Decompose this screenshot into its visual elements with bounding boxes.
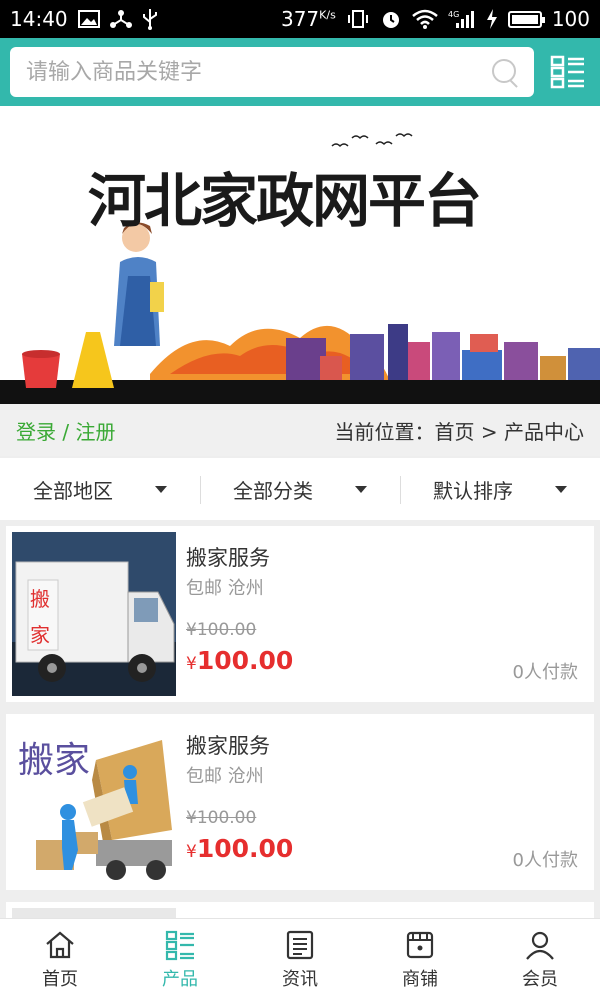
battery-percent: 100	[551, 7, 590, 31]
shop-icon	[406, 931, 434, 959]
member-icon	[526, 931, 554, 960]
search-input[interactable]	[26, 59, 490, 85]
usb-icon	[142, 9, 157, 30]
filter-bar: 全部地区 全部分类 默认排序	[0, 458, 600, 520]
banner[interactable]: 河北家政网平台	[0, 106, 600, 404]
truck-text: 搬	[30, 587, 50, 611]
image-icon	[77, 10, 100, 28]
price-currency: ¥	[186, 842, 197, 862]
breadcrumb: 当前位置：首页 > 产品中心	[335, 416, 584, 445]
alarm-icon	[382, 12, 399, 28]
caret-down-icon	[155, 485, 167, 493]
charging-icon	[486, 9, 497, 29]
status-bar-left: 14:40	[10, 7, 158, 31]
product-image[interactable]: 搬 家	[12, 532, 176, 696]
bottom-nav: 首页 产品 资讯 商铺 会员	[0, 918, 600, 1000]
product-old-price: ¥100.00	[186, 808, 257, 828]
register-link[interactable]: 注册	[75, 420, 115, 444]
breadcrumb-home[interactable]: 首页	[435, 420, 475, 444]
nav-news[interactable]: 资讯	[240, 919, 360, 1000]
product-subtitle: 包邮 沧州	[186, 578, 264, 599]
category-menu-icon[interactable]	[550, 54, 586, 90]
filter-region[interactable]: 全部地区	[0, 458, 200, 520]
product-old-price: ¥100.00	[186, 620, 257, 640]
search-icon[interactable]	[490, 57, 520, 87]
battery-icon	[507, 10, 545, 28]
breadcrumb-bar: 登录 / 注册 当前位置：首页 > 产品中心	[0, 404, 600, 456]
vibrate-icon	[347, 10, 368, 28]
nav-home[interactable]: 首页	[0, 919, 120, 1000]
product-price: ¥100.00	[186, 646, 293, 675]
price-value: 100.00	[196, 834, 294, 863]
home-icon	[46, 931, 74, 959]
login-register: 登录 / 注册	[16, 416, 115, 445]
status-bar: 14:40 377K/s 4G 100	[0, 0, 600, 38]
product-image[interactable]	[12, 908, 176, 918]
header	[0, 38, 600, 106]
breadcrumb-arrow: >	[474, 419, 504, 444]
search-box[interactable]	[10, 47, 534, 97]
filter-category[interactable]: 全部分类	[200, 458, 400, 520]
status-time: 14:40	[10, 7, 68, 31]
product-list-icon	[165, 930, 194, 961]
usb-share-icon	[109, 10, 132, 28]
product-image[interactable]: 搬家	[12, 720, 176, 884]
product-card[interactable]: 搬家 搬家服务 包邮 沧州 ¥100.00 ¥100.00 0人付款	[6, 714, 594, 890]
nav-label: 会员	[522, 969, 558, 990]
nav-label: 商铺	[402, 969, 438, 990]
filter-label: 全部地区	[33, 478, 113, 503]
product-price: ¥100.00	[186, 834, 293, 863]
nav-member[interactable]: 会员	[480, 919, 600, 1000]
banner-title: 河北家政网平台	[88, 167, 482, 235]
nav-shop[interactable]: 商铺	[360, 919, 480, 1000]
login-separator: /	[56, 419, 76, 444]
product-sold-count: 0人付款	[512, 662, 578, 683]
status-bar-right: 377K/s 4G 100	[281, 7, 590, 31]
price-value: 100.00	[196, 646, 294, 675]
nav-products[interactable]: 产品	[120, 919, 240, 1000]
net-speed: 377K/s	[280, 7, 336, 31]
product-sold-count: 0人付款	[512, 850, 578, 871]
truck-text: 家	[30, 623, 50, 647]
caret-down-icon	[555, 485, 567, 493]
product-subtitle: 包邮 沧州	[186, 766, 264, 787]
svg-text:4G: 4G	[448, 10, 459, 19]
product-card[interactable]	[6, 902, 594, 918]
nav-label: 资讯	[282, 969, 318, 990]
price-currency: ¥	[186, 654, 197, 674]
filter-sort[interactable]: 默认排序	[400, 458, 600, 520]
product-title[interactable]: 搬家服务	[186, 730, 270, 760]
breadcrumb-prefix: 当前位置：	[334, 419, 435, 444]
product-title[interactable]: 搬家服务	[186, 542, 270, 572]
breadcrumb-current: 产品中心	[504, 419, 584, 444]
product-card[interactable]: 搬 家 搬家服务 包邮 沧州 ¥100.00 ¥100.00 0人付款	[6, 526, 594, 702]
box-text: 搬家	[18, 740, 90, 781]
caret-down-icon	[355, 485, 367, 493]
nav-label: 产品	[162, 969, 198, 990]
nav-label: 首页	[42, 969, 78, 990]
filter-label: 全部分类	[233, 478, 313, 503]
signal-4g-icon: 4G	[448, 10, 474, 28]
news-icon	[286, 930, 314, 960]
wifi-icon	[412, 9, 438, 29]
filter-label: 默认排序	[433, 478, 513, 503]
login-link[interactable]: 登录	[16, 420, 56, 444]
banner-illustration	[0, 133, 600, 404]
